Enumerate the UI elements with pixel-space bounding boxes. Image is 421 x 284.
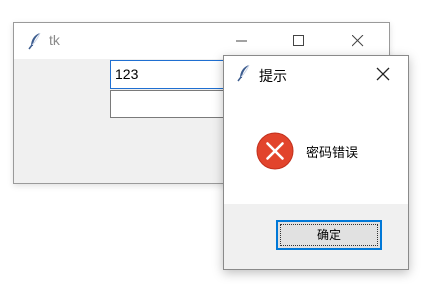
error-icon xyxy=(256,132,294,170)
minimize-button[interactable] xyxy=(219,23,265,59)
main-titlebar[interactable]: tk xyxy=(14,23,389,59)
ok-button[interactable]: 确定 xyxy=(276,220,382,250)
feather-icon xyxy=(28,32,41,50)
close-icon xyxy=(352,35,364,47)
message-dialog: 提示 密码错误 确定 xyxy=(223,55,409,270)
maximize-button[interactable] xyxy=(276,23,322,59)
close-button[interactable] xyxy=(335,23,381,59)
maximize-icon xyxy=(293,35,304,46)
dialog-title: 提示 xyxy=(259,69,287,85)
window-title: tk xyxy=(49,32,60,48)
dialog-footer: 确定 xyxy=(224,204,408,269)
dialog-close-icon[interactable] xyxy=(374,65,392,83)
minimize-icon xyxy=(236,40,247,42)
dialog-body: 密码错误 xyxy=(224,92,408,204)
dialog-titlebar[interactable]: 提示 xyxy=(224,56,408,92)
feather-icon xyxy=(237,64,250,82)
error-message: 密码错误 xyxy=(306,146,359,161)
